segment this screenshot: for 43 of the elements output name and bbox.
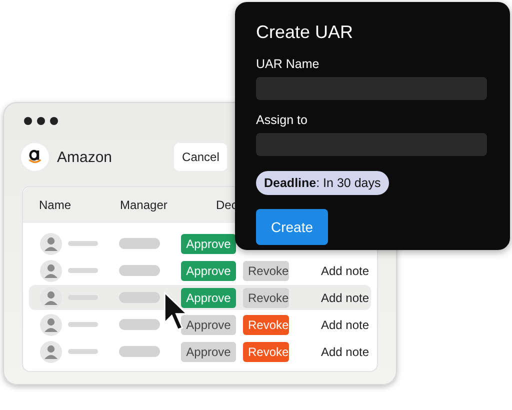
- field-label: UAR Name: [256, 57, 320, 71]
- manager-placeholder: [119, 346, 160, 357]
- revoke-button[interactable]: Revoke: [243, 260, 289, 280]
- window-dot: [50, 117, 58, 125]
- dialog-title: Create UAR: [256, 22, 354, 43]
- revoke-button[interactable]: Revoke: [243, 288, 289, 308]
- avatar-icon: [40, 232, 62, 254]
- avatar-icon: [40, 260, 62, 282]
- deadline-badge: Deadline: In 30 days: [256, 171, 389, 195]
- column-header: Name: [39, 198, 72, 212]
- manager-placeholder: [119, 319, 160, 330]
- revoke-button[interactable]: Revoke: [243, 314, 289, 334]
- window-dot: [24, 117, 32, 125]
- field-label: Assign to: [256, 113, 308, 127]
- approve-button[interactable]: Approve: [181, 288, 236, 308]
- approve-button[interactable]: Approve: [181, 260, 236, 280]
- avatar-icon: [40, 340, 62, 362]
- avatar-icon: [40, 286, 62, 308]
- avatar-icon: [40, 314, 62, 336]
- create-button[interactable]: Create: [256, 209, 328, 245]
- window-dot: [37, 117, 45, 125]
- name-placeholder: [68, 322, 98, 327]
- add-note-link[interactable]: Add note: [321, 264, 370, 278]
- cancel-button[interactable]: Cancel: [174, 143, 228, 171]
- add-note-link[interactable]: Add note: [321, 290, 370, 304]
- approve-button[interactable]: Approve: [181, 234, 236, 254]
- logo-icon: [21, 143, 49, 171]
- manager-placeholder: [119, 292, 160, 303]
- approve-button[interactable]: Approve: [181, 342, 236, 362]
- name-placeholder: [68, 268, 98, 273]
- manager-placeholder: [119, 265, 160, 276]
- add-note-link[interactable]: Add note: [321, 318, 370, 332]
- name-placeholder: [68, 241, 98, 246]
- revoke-button[interactable]: Revoke: [243, 342, 289, 362]
- name-placeholder: [68, 349, 98, 354]
- column-header: Manager: [120, 198, 168, 212]
- input-field[interactable]: [256, 77, 487, 100]
- input-field[interactable]: [256, 133, 487, 156]
- highlighted-row[interactable]: Approve Revoke Add note: [29, 285, 371, 310]
- add-note-link[interactable]: Add note: [321, 344, 370, 358]
- manager-placeholder: [119, 238, 160, 249]
- approve-button[interactable]: Approve: [181, 314, 236, 334]
- company-name: Amazon: [57, 148, 112, 166]
